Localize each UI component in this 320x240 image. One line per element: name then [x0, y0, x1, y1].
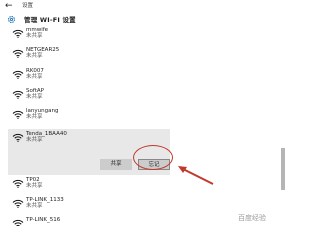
annotation-circle: [133, 145, 173, 170]
network-status: 未共享: [26, 183, 43, 189]
page-title: 管理 WI-FI 设置: [24, 16, 76, 24]
wifi-signal-icon: [12, 49, 24, 58]
wifi-signal-icon: [12, 179, 24, 188]
network-status: 未共享: [26, 137, 43, 143]
back-arrow-icon[interactable]: ←: [5, 1, 13, 11]
annotation-arrow-icon: [178, 166, 214, 185]
wifi-signal-icon: [12, 90, 24, 99]
share-button[interactable]: 共享: [100, 159, 132, 170]
network-ssid: TP-LINK_516: [26, 217, 61, 223]
wifi-signal-icon: [12, 133, 24, 142]
network-status: 未共享: [26, 53, 43, 59]
network-status: 未共享: [26, 114, 43, 120]
network-status: 未共享: [26, 203, 43, 209]
gear-icon: [8, 16, 15, 23]
page-header: 管理 WI-FI 设置: [0, 12, 288, 27]
watermark: 百度经验: [238, 214, 266, 222]
scrollbar-thumb[interactable]: [281, 148, 285, 190]
title-bar: ← 设置: [0, 0, 288, 12]
network-list: mmwife 未共享 NETGEAR25 未共享 RK007 未共享 SoftA…: [0, 27, 276, 226]
wifi-signal-icon: [12, 29, 24, 38]
wifi-signal-icon: [12, 199, 24, 208]
network-status: 未共享: [26, 33, 43, 39]
network-status: 未共享: [26, 94, 43, 100]
network-status: 未共享: [26, 74, 43, 80]
window-title: 设置: [22, 3, 34, 9]
scrollbar-track[interactable]: [280, 27, 286, 226]
wifi-signal-icon: [12, 70, 24, 79]
wifi-signal-icon: [12, 219, 24, 226]
wifi-signal-icon: [12, 110, 24, 119]
